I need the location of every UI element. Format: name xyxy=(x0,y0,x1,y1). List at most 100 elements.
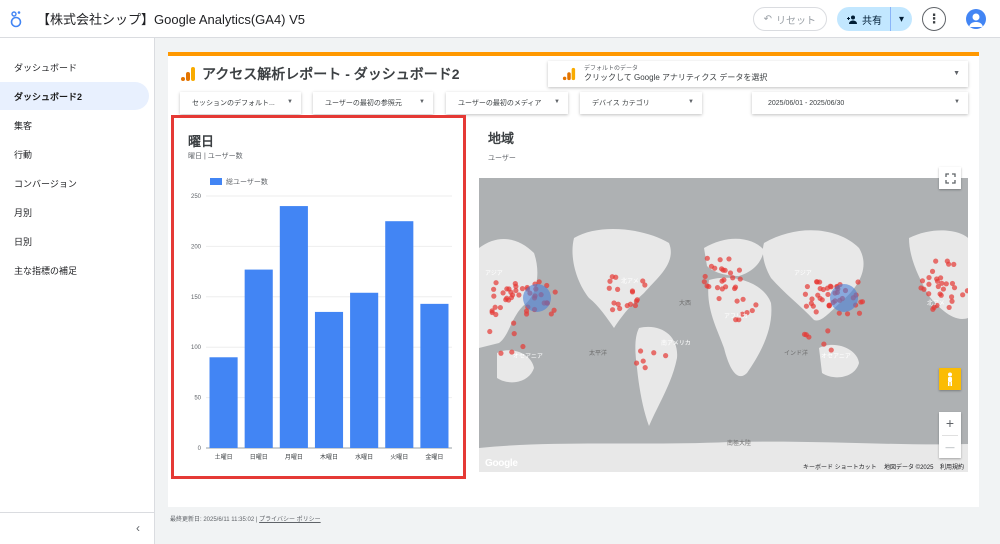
map-data-point xyxy=(817,285,823,292)
sidebar-item-behavior[interactable]: 行動 xyxy=(0,140,154,168)
page-title: アクセス解析レポート - ダッシュボード2 xyxy=(202,66,460,82)
map-data-point xyxy=(492,304,498,310)
map-data-point xyxy=(609,307,616,313)
chart-subtitle: 曜日 | ユーザー数 xyxy=(188,153,243,160)
map-data-point xyxy=(633,360,640,366)
bar xyxy=(385,221,414,448)
map-data-point xyxy=(511,320,517,326)
x-tick-label: 月曜日 xyxy=(285,454,303,461)
chart-title: 曜日 xyxy=(188,134,215,149)
map-data-point xyxy=(607,278,613,284)
map-subtitle: ユーザー xyxy=(488,155,516,162)
bar xyxy=(314,311,344,448)
x-tick-label: 火曜日 xyxy=(390,454,408,461)
chevron-down-icon: ▼ xyxy=(954,99,960,105)
map-data-point xyxy=(821,341,827,347)
analytics-logo-icon xyxy=(562,67,576,81)
map-data-point xyxy=(929,268,936,274)
datasource-selector[interactable]: デフォルトのデータ クリックして Google アナリティクス データを選択 ▼ xyxy=(548,61,968,87)
chevron-down-icon: ▼ xyxy=(688,99,694,105)
map-data-point xyxy=(919,278,926,284)
map-label-north-america: 北アメ xyxy=(621,279,639,285)
sidebar-item-metrics-notes[interactable]: 主な指標の補足 xyxy=(0,256,154,284)
sidebar-item-monthly[interactable]: 月別 xyxy=(0,198,154,226)
filter-first-user-medium[interactable]: ユーザーの最初のメディア ▼ xyxy=(446,92,568,114)
map-data-point xyxy=(489,309,495,316)
y-tick-label: 200 xyxy=(191,244,202,250)
map-data-point xyxy=(637,348,644,354)
privacy-policy-link[interactable]: プライバシー ポリシー xyxy=(259,517,321,523)
y-tick-label: 150 xyxy=(191,295,202,301)
sidebar-item-dashboard[interactable]: ダッシュボード xyxy=(0,53,154,81)
weekday-bar-chart: 総ユーザー数 0 50 100 150 200 250 土曜日 日曜日 月曜日 木曜日 水曜日 火曜日 金… xyxy=(191,177,452,461)
map-data-point xyxy=(508,289,514,295)
street-view-pegman[interactable] xyxy=(939,368,961,390)
map-data-point xyxy=(719,286,725,292)
sidebar-item-daily[interactable]: 日別 xyxy=(0,227,154,255)
map-data-point xyxy=(926,281,932,287)
map-data-point xyxy=(640,278,646,284)
date-range-picker[interactable]: 2025/06/01 - 2025/06/30 ▼ xyxy=(752,92,968,114)
keyboard-shortcuts-link[interactable]: キーボード ショートカット xyxy=(803,462,877,471)
sidebar: ダッシュボード ダッシュボード2 集客 行動 コンバージョン 月別 日別 主な指… xyxy=(0,38,155,544)
map-data-point xyxy=(944,258,950,264)
map-label-oceania-left: オセアニア xyxy=(513,354,543,360)
map-data-point xyxy=(802,291,809,297)
add-person-icon xyxy=(847,15,857,24)
map-data-point xyxy=(520,343,526,350)
sidebar-item-conversion[interactable]: コンバージョン xyxy=(0,169,154,197)
map-data-point xyxy=(513,287,519,294)
reset-button[interactable]: ↶ リセット xyxy=(752,7,827,31)
map-data-point xyxy=(926,291,932,297)
map-data-point xyxy=(609,274,615,280)
map-data-point xyxy=(749,307,755,314)
map-data-point xyxy=(497,304,503,311)
map-data-point xyxy=(491,293,497,299)
map-data-point xyxy=(817,279,823,285)
avatar[interactable] xyxy=(966,9,986,29)
map-data-point xyxy=(734,298,740,304)
zoom-in-button[interactable]: + xyxy=(946,412,954,435)
map-data-point xyxy=(632,302,639,309)
filter-first-user-source[interactable]: ユーザーの最初の参照元 ▼ xyxy=(313,92,433,114)
report-title: 【株式会社シップ】Google Analytics(GA4) V5 xyxy=(37,12,306,27)
map-data-point xyxy=(737,276,743,282)
map-data-point xyxy=(651,350,657,356)
filter-device-category[interactable]: デバイス カテゴリ ▼ xyxy=(580,92,702,114)
zoom-controls: + — xyxy=(939,412,961,458)
zoom-out-button[interactable]: — xyxy=(942,435,958,458)
filter-session-default[interactable]: セッションのデフォルト... ▼ xyxy=(180,92,301,114)
map-data-point xyxy=(493,280,499,286)
map-data-point xyxy=(717,257,723,263)
bar xyxy=(279,206,308,448)
chevron-down-icon: ▼ xyxy=(419,99,425,105)
x-tick-label: 金曜日 xyxy=(425,453,443,461)
collapse-sidebar-icon[interactable]: ‹ xyxy=(136,521,140,535)
chevron-down-icon: ▼ xyxy=(287,99,293,105)
chevron-down-icon: ▼ xyxy=(554,99,560,105)
map-data-point xyxy=(606,285,612,291)
map-data-point xyxy=(736,267,743,273)
world-map-landmass xyxy=(479,228,968,472)
map-label-north-america-right: 北アメ xyxy=(927,301,945,307)
map-data-point xyxy=(930,306,936,312)
geo-map[interactable]: アジア 北アメ 大西 アフリカ 南アメリカ オセアニア 太平洋 インド洋 アジア… xyxy=(479,178,968,472)
map-data-point xyxy=(940,286,947,292)
share-dropdown-icon[interactable]: ▾ xyxy=(890,7,912,31)
map-data-point xyxy=(642,365,648,371)
map-data-point xyxy=(708,263,715,269)
map-data-point xyxy=(824,285,831,291)
terms-link[interactable]: 利用規約 xyxy=(940,462,964,471)
share-button[interactable]: 共有 ▾ xyxy=(837,7,912,31)
map-data-point xyxy=(519,286,526,292)
map-data-point xyxy=(809,296,815,302)
more-options-button[interactable]: ⋮ xyxy=(922,7,946,31)
sidebar-item-dashboard2[interactable]: ダッシュボード2 xyxy=(0,82,149,110)
legend-swatch xyxy=(210,178,222,185)
pegman-icon xyxy=(948,372,952,386)
fullscreen-button[interactable] xyxy=(939,167,961,189)
map-data-point xyxy=(702,273,708,280)
map-data-point xyxy=(722,267,728,273)
sidebar-item-acquisition[interactable]: 集客 xyxy=(0,111,154,139)
map-data-point xyxy=(627,301,634,307)
